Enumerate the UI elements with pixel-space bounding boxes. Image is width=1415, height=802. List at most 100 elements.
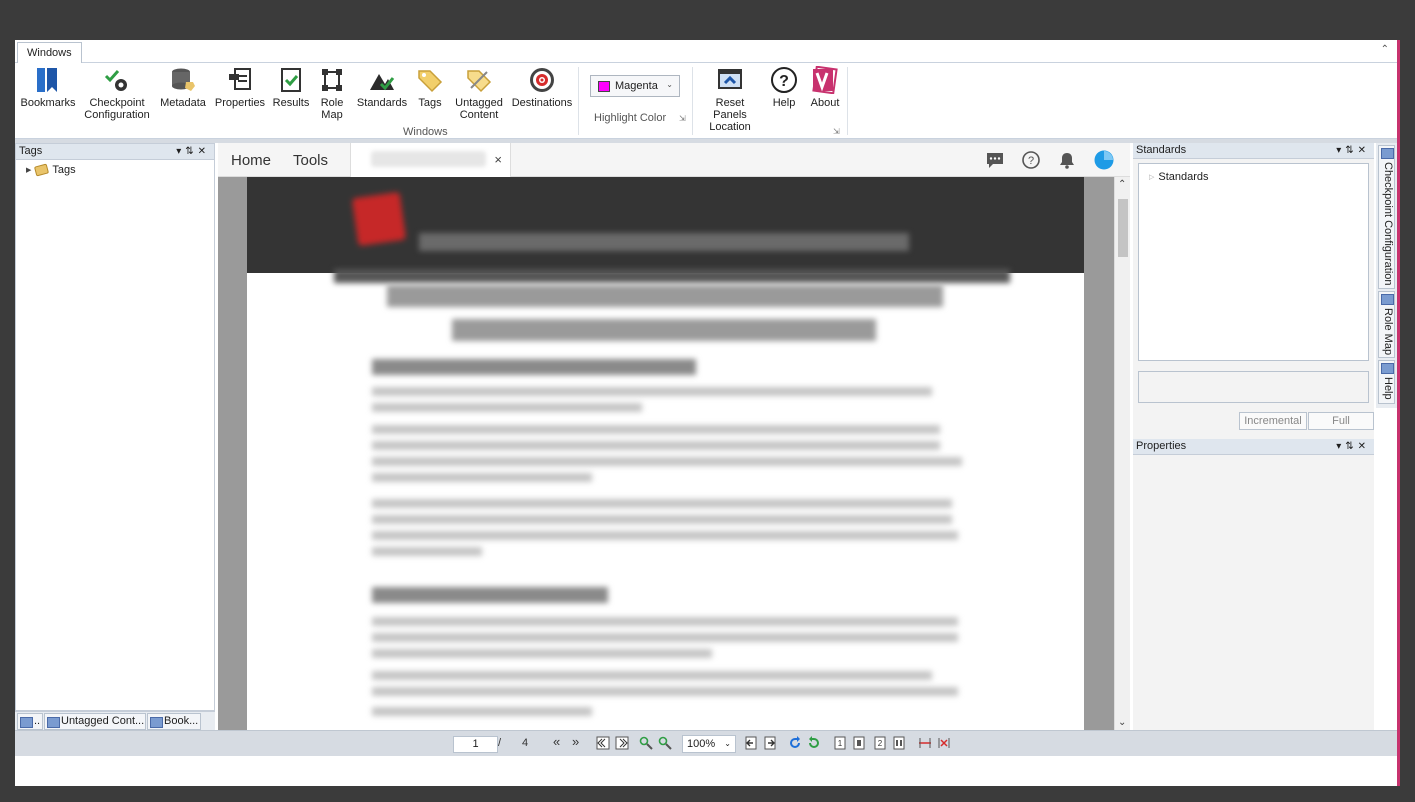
page-shadow-band <box>334 269 1010 283</box>
expand-arrow-icon[interactable]: ▶ <box>26 166 31 174</box>
single-page-icon[interactable]: 1 <box>833 736 847 750</box>
group-separator <box>578 67 579 135</box>
go-back-icon[interactable] <box>744 736 758 750</box>
remove-split-icon[interactable] <box>937 736 951 750</box>
page-text-line <box>372 499 952 508</box>
svg-text:?: ? <box>1028 155 1034 167</box>
page-text-line <box>372 403 642 412</box>
chevron-down-icon: ⌄ <box>666 80 673 89</box>
bell-icon[interactable] <box>1057 150 1077 170</box>
total-pages: 4 <box>522 737 529 749</box>
standards-tree-root[interactable]: ▷ Standards <box>1149 171 1209 183</box>
rotate-right-icon[interactable] <box>807 736 821 750</box>
incremental-button[interactable]: Incremental <box>1239 412 1307 430</box>
properties-button[interactable]: Properties <box>214 66 266 109</box>
full-button[interactable]: Full <box>1308 412 1374 430</box>
destinations-button[interactable]: Destinations <box>511 66 573 109</box>
next-page-icon[interactable] <box>615 736 629 750</box>
ribbon: Bookmarks Checkpoint Configuration Metad… <box>15 63 1397 139</box>
role-map-button[interactable]: Role Map <box>317 66 347 121</box>
tab-untagged-content[interactable]: Untagged Cont... <box>44 713 146 730</box>
about-button[interactable]: About <box>806 66 844 109</box>
zoom-out-icon[interactable] <box>658 736 672 750</box>
scroll-up-icon[interactable]: ⌃ <box>1118 179 1126 190</box>
page-canvas <box>218 177 1114 730</box>
scrollbar-thumb[interactable] <box>1118 199 1128 257</box>
tab-bookmarks[interactable]: Book... <box>147 713 201 730</box>
reset-panels-icon <box>718 69 742 89</box>
role-map-icon <box>322 69 342 91</box>
checkpoint-gear-icon <box>104 70 127 91</box>
tab-tags[interactable]: .. <box>17 713 43 730</box>
page-text-line <box>372 457 962 466</box>
nav-home[interactable]: Home <box>231 152 271 169</box>
last-page-icon[interactable]: » <box>572 734 579 749</box>
zoom-dropdown[interactable]: 100% ⌄ <box>682 735 736 753</box>
zoom-in-icon[interactable] <box>639 736 653 750</box>
go-forward-icon[interactable] <box>763 736 777 750</box>
account-avatar-icon[interactable] <box>1094 150 1114 170</box>
side-tab-help[interactable]: Help <box>1378 360 1395 404</box>
viewer-toolbar: Home Tools × ? <box>218 143 1130 177</box>
side-tab-checkpoint-configuration[interactable]: Checkpoint Configuration <box>1378 145 1395 289</box>
vertical-scrollbar[interactable]: ⌃ ⌄ <box>1114 177 1130 730</box>
results-icon <box>281 68 301 92</box>
rotate-left-icon[interactable] <box>788 736 802 750</box>
standards-button[interactable]: Standards <box>355 66 409 109</box>
right-panels: Standards ▾⇅✕ ▷ Standards Incremental Fu… <box>1133 143 1374 730</box>
previous-page-icon[interactable] <box>596 736 610 750</box>
panel-controls[interactable]: ▾⇅✕ <box>1336 439 1370 454</box>
two-page-continuous-icon[interactable] <box>892 736 906 750</box>
two-page-icon[interactable]: 2 <box>873 736 887 750</box>
tags-panel-header: Tags ▾⇅✕ <box>16 144 214 160</box>
page-text-line <box>372 617 958 626</box>
side-tab-role-map[interactable]: Role Map <box>1378 291 1395 358</box>
close-icon[interactable]: × <box>494 152 502 167</box>
page-separator: / <box>498 737 502 749</box>
page-heading <box>372 359 696 375</box>
help-circle-icon[interactable]: ? <box>1021 150 1041 170</box>
group-launcher-icon[interactable]: ⇲ <box>833 127 840 136</box>
page-text-line <box>372 547 482 556</box>
current-page-input[interactable]: 1 <box>453 736 498 753</box>
single-continuous-icon[interactable] <box>852 736 866 750</box>
group-launcher-icon[interactable]: ⇲ <box>679 114 686 123</box>
help-button[interactable]: ? Help <box>768 66 800 109</box>
ribbon-tab-windows[interactable]: Windows <box>17 42 82 64</box>
page-text-line <box>372 387 932 396</box>
page-title-line <box>452 319 876 341</box>
split-view-icon[interactable] <box>918 736 932 750</box>
page-heading <box>372 587 608 603</box>
scroll-down-icon[interactable]: ⌄ <box>1118 717 1126 728</box>
nav-tools[interactable]: Tools <box>293 152 328 169</box>
pdf-page <box>247 177 1084 730</box>
expand-arrow-icon[interactable]: ▷ <box>1149 173 1154 181</box>
svg-text:?: ? <box>779 73 789 90</box>
metadata-button[interactable]: Metadata <box>158 66 208 109</box>
highlight-color-dropdown[interactable]: Magenta ⌄ <box>590 75 680 97</box>
app-window: Windows ⌃ Bookmarks Checkpoint Configura… <box>15 40 1400 786</box>
svg-text:2: 2 <box>878 739 883 748</box>
tags-button[interactable]: Tags <box>415 66 445 109</box>
results-button[interactable]: Results <box>271 66 311 109</box>
page-title-line <box>387 285 943 307</box>
panel-controls[interactable]: ▾⇅✕ <box>176 144 210 159</box>
page-banner <box>247 177 1084 273</box>
bookmarks-button[interactable]: Bookmarks <box>20 66 76 109</box>
checkpoint-configuration-button[interactable]: Checkpoint Configuration <box>83 66 151 121</box>
window-bottom <box>15 756 1397 786</box>
panel-controls[interactable]: ▾⇅✕ <box>1336 143 1370 158</box>
properties-icon <box>229 68 251 90</box>
comment-icon[interactable] <box>985 150 1005 170</box>
navigation-statusbar: 1 / 4 « » 100% ⌄ 1 2 <box>15 730 1397 756</box>
reset-panels-location-button[interactable]: Reset Panels Location <box>699 66 761 133</box>
tags-panel: Tags ▾⇅✕ ▶ Tags <box>15 143 215 711</box>
document-tab[interactable]: × <box>350 143 511 177</box>
standards-icon <box>370 74 395 91</box>
first-page-icon[interactable]: « <box>553 734 560 749</box>
tag-icon <box>34 163 50 177</box>
untagged-content-button[interactable]: Untagged Content <box>452 66 506 121</box>
page-text-line <box>372 707 592 716</box>
tags-tree-root[interactable]: ▶ Tags <box>26 163 76 177</box>
collapse-ribbon-icon[interactable]: ⌃ <box>1381 44 1389 55</box>
